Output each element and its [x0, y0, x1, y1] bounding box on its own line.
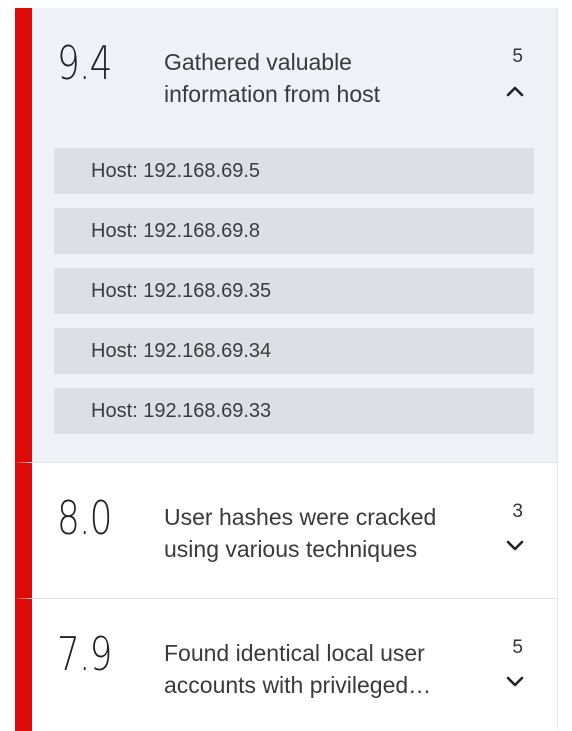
affected-count: 5: [512, 637, 523, 658]
severity-score: 8.0: [57, 491, 113, 545]
host-list: Host: 192.168.69.5 Host: 192.168.69.8 Ho…: [54, 148, 534, 448]
finding-title-line: information from host: [164, 81, 381, 107]
finding-title-line: User hashes were cracked: [164, 504, 437, 530]
finding-card[interactable]: 7.9 Found identical local user accounts …: [15, 599, 557, 731]
finding-title: Gathered valuable information from host: [164, 46, 484, 110]
affected-count: 5: [512, 46, 523, 67]
findings-list: 9.4 Gathered valuable information from h…: [15, 8, 558, 731]
finding-card[interactable]: 9.4 Gathered valuable information from h…: [15, 8, 557, 463]
host-item[interactable]: Host: 192.168.69.33: [54, 388, 534, 434]
finding-title-line: Gathered valuable: [164, 49, 352, 75]
host-item[interactable]: Host: 192.168.69.8: [54, 208, 534, 254]
finding-title-line: accounts with privileged…: [164, 672, 432, 698]
finding-title: Found identical local user accounts with…: [164, 637, 484, 701]
finding-title-line: Found identical local user: [164, 640, 425, 666]
severity-score: 7.9: [57, 627, 113, 681]
affected-count: 3: [512, 501, 523, 522]
finding-title: User hashes were cracked using various t…: [164, 501, 484, 565]
host-item[interactable]: Host: 192.168.69.35: [54, 268, 534, 314]
host-item[interactable]: Host: 192.168.69.5: [54, 148, 534, 194]
chevron-up-icon[interactable]: [504, 84, 526, 98]
finding-card[interactable]: 8.0 User hashes were cracked using vario…: [15, 463, 557, 599]
finding-title-line: using various techniques: [164, 536, 418, 562]
severity-score: 9.4: [57, 36, 113, 90]
host-item[interactable]: Host: 192.168.69.34: [54, 328, 534, 374]
chevron-down-icon[interactable]: [504, 675, 526, 689]
chevron-down-icon[interactable]: [504, 539, 526, 553]
